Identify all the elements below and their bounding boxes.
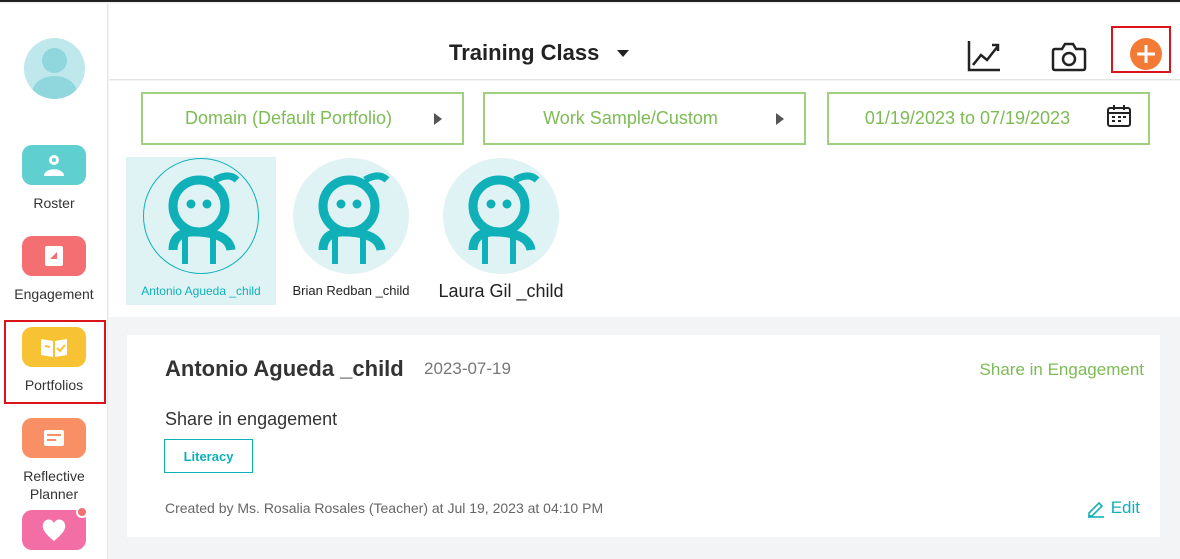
child-avatar-icon <box>293 158 409 274</box>
chevron-right-icon <box>434 112 442 125</box>
sidebar-item-label: Reflective Planner <box>23 468 85 502</box>
roster-icon <box>22 145 86 185</box>
child-card[interactable]: Antonio Agueda _child <box>126 157 276 305</box>
edit-button[interactable]: Edit <box>1086 498 1140 518</box>
app-window: Roster Engagement Portfolios Reflective … <box>0 0 1180 559</box>
domain-tag: Literacy <box>164 439 253 473</box>
date-range-filter[interactable]: 01/19/2023 to 07/19/2023 <box>827 92 1150 145</box>
camera-icon[interactable] <box>1049 36 1089 76</box>
entry-description: Share in engagement <box>165 409 338 429</box>
chart-icon[interactable] <box>964 36 1004 76</box>
entry-meta: Created by Ms. Rosalia Rosales (Teacher)… <box>165 500 604 516</box>
child-avatar-icon <box>143 158 259 274</box>
portfolios-highlight <box>4 320 106 404</box>
add-highlight <box>1111 26 1171 73</box>
child-avatar-icon <box>443 158 559 274</box>
domain-filter[interactable]: Domain (Default Portfolio) <box>141 92 464 145</box>
portfolio-entry-card: Antonio Agueda _child 2023-07-19 Share i… <box>127 335 1160 537</box>
pencil-icon <box>1087 501 1104 518</box>
entry-date: 2023-07-19 <box>424 359 511 378</box>
filter-panel: Domain (Default Portfolio) Work Sample/C… <box>109 81 1180 317</box>
sidebar-item-engagement[interactable]: Engagement <box>0 236 108 303</box>
sidebar: Roster Engagement Portfolios Reflective … <box>0 4 108 559</box>
sidebar-item-label: Roster <box>33 195 75 211</box>
chevron-right-icon <box>776 112 784 125</box>
child-card[interactable]: Brian Redban _child <box>284 157 418 305</box>
calendar-icon <box>1106 104 1132 133</box>
planner-icon <box>22 418 86 458</box>
page-title: Training Class <box>449 40 600 65</box>
sidebar-item-roster[interactable]: Roster <box>0 145 108 212</box>
class-selector[interactable]: Training Class <box>449 40 630 66</box>
sidebar-item-label: Engagement <box>14 286 94 302</box>
sidebar-item-reflective-planner[interactable]: Reflective Planner <box>0 418 108 503</box>
share-in-engagement-link[interactable]: Share in Engagement <box>980 360 1144 380</box>
notification-dot <box>76 506 88 518</box>
child-card[interactable]: Laura Gil _child <box>434 157 568 305</box>
chevron-down-icon <box>617 49 630 57</box>
user-avatar-icon[interactable] <box>24 38 85 99</box>
work-sample-filter[interactable]: Work Sample/Custom <box>483 92 806 145</box>
header: Training Class <box>109 4 1180 80</box>
entry-child-name: Antonio Agueda _child <box>165 356 404 381</box>
engagement-icon <box>22 236 86 276</box>
sidebar-item-heart[interactable] <box>0 510 108 550</box>
heart-icon <box>22 510 86 550</box>
